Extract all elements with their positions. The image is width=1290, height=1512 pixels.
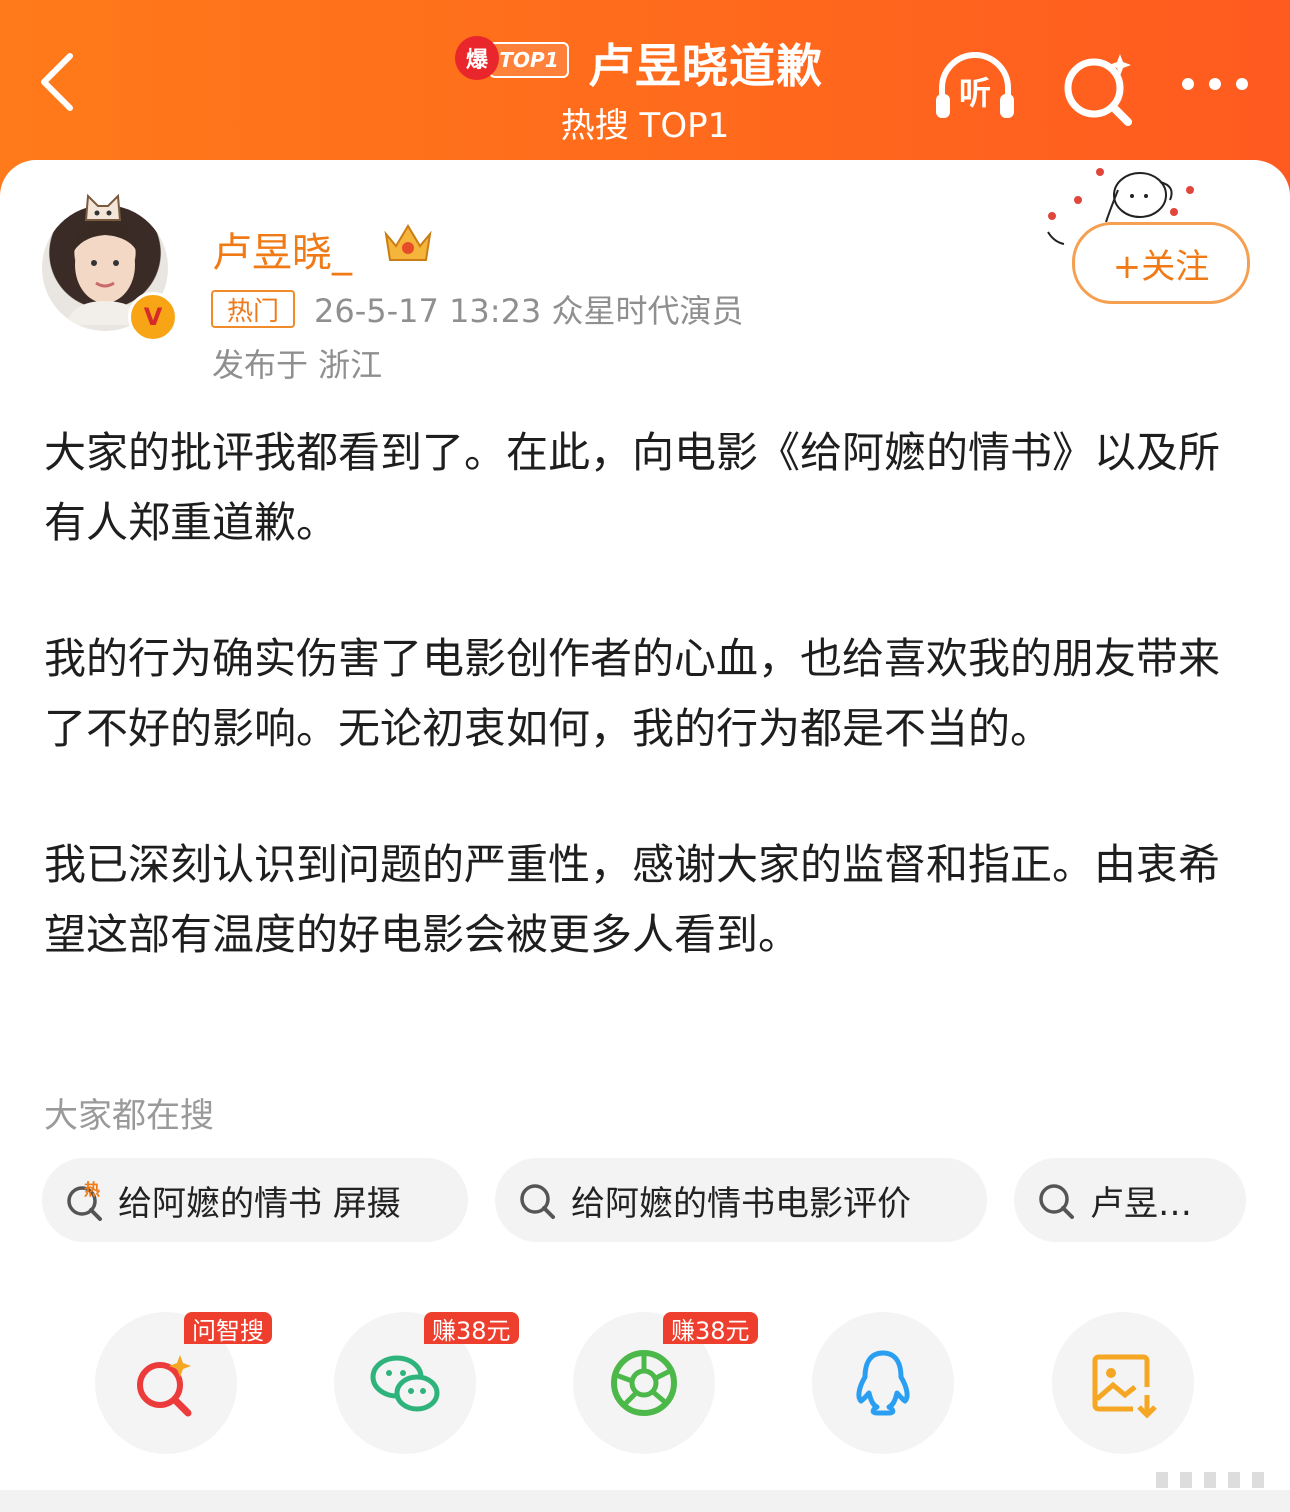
related-search-chip[interactable]: 卢昱… <box>1014 1158 1246 1242</box>
share-tag: 问智搜 <box>184 1312 272 1345</box>
share-tag: 赚38元 <box>663 1312 758 1345</box>
hot-tag: 热门 <box>211 290 295 328</box>
page-title: 卢昱晓道歉 <box>588 39 823 93</box>
related-search-label: 大家都在搜 <box>44 1096 214 1136</box>
share-save-image-button[interactable] <box>1052 1312 1194 1454</box>
ai-search-icon <box>137 1355 192 1417</box>
top-rank-badge: TOP1 <box>489 42 569 78</box>
svg-text:热: 热 <box>84 1180 100 1199</box>
ai-search-icon[interactable] <box>1056 44 1146 134</box>
search-icon <box>520 1184 555 1219</box>
page-indicator-icon <box>1156 1472 1264 1488</box>
wechat-icon <box>370 1355 440 1412</box>
follow-button[interactable]: +关注 <box>1072 222 1250 304</box>
hot-search-icon: 热 <box>67 1180 102 1221</box>
bottom-bar <box>0 1490 1290 1512</box>
qq-icon <box>856 1350 910 1416</box>
share-tag: 赚38元 <box>424 1312 519 1345</box>
hot-badge: TOP1 爆 <box>455 36 569 80</box>
verified-badge-icon: V <box>128 292 178 342</box>
more-options-icon[interactable] <box>1170 44 1260 134</box>
post-location: 发布于 浙江 <box>212 346 383 384</box>
share-qq-button[interactable] <box>812 1312 954 1454</box>
related-search-chip[interactable]: 热 给阿嬷的情书 屏摄 <box>42 1158 468 1242</box>
save-image-icon <box>1092 1354 1157 1419</box>
post-paragraph: 大家的批评我都看到了。在此，向电影《给阿嬷的情书》以及所有人郑重道歉。 <box>44 428 1221 547</box>
chip-label: 给阿嬷的情书 屏摄 <box>118 1183 401 1224</box>
post-paragraph: 我的行为确实伤害了电影创作者的心血，也给喜欢我的朋友带来了不好的影响。无论初衷如… <box>44 634 1221 753</box>
explosion-icon: 爆 <box>455 36 499 80</box>
hot-search-title: TOP1 爆 卢昱晓道歉 <box>455 28 855 98</box>
listen-icon[interactable]: 听 <box>930 44 1020 134</box>
post-paragraph: 我已深刻认识到问题的严重性，感谢大家的监督和指正。由衷希望这部有温度的好电影会被… <box>44 840 1221 959</box>
search-icon <box>1039 1184 1074 1219</box>
crown-badge-icon <box>384 224 432 261</box>
post-body: 大家的批评我都看到了。在此，向电影《给阿嬷的情书》以及所有人郑重道歉。 我的行为… <box>44 418 1249 970</box>
chip-label: 给阿嬷的情书电影评价 <box>571 1183 911 1224</box>
moments-icon <box>611 1350 677 1416</box>
cat-ears-decoration-icon <box>84 193 122 221</box>
author-name[interactable]: 卢昱晓_ <box>212 220 352 278</box>
post-meta: 26-5-17 13:23 众星时代演员 <box>314 292 744 330</box>
chip-label: 卢昱… <box>1090 1183 1192 1224</box>
related-search-chip[interactable]: 给阿嬷的情书电影评价 <box>495 1158 987 1242</box>
svg-text:听: 听 <box>959 74 991 112</box>
